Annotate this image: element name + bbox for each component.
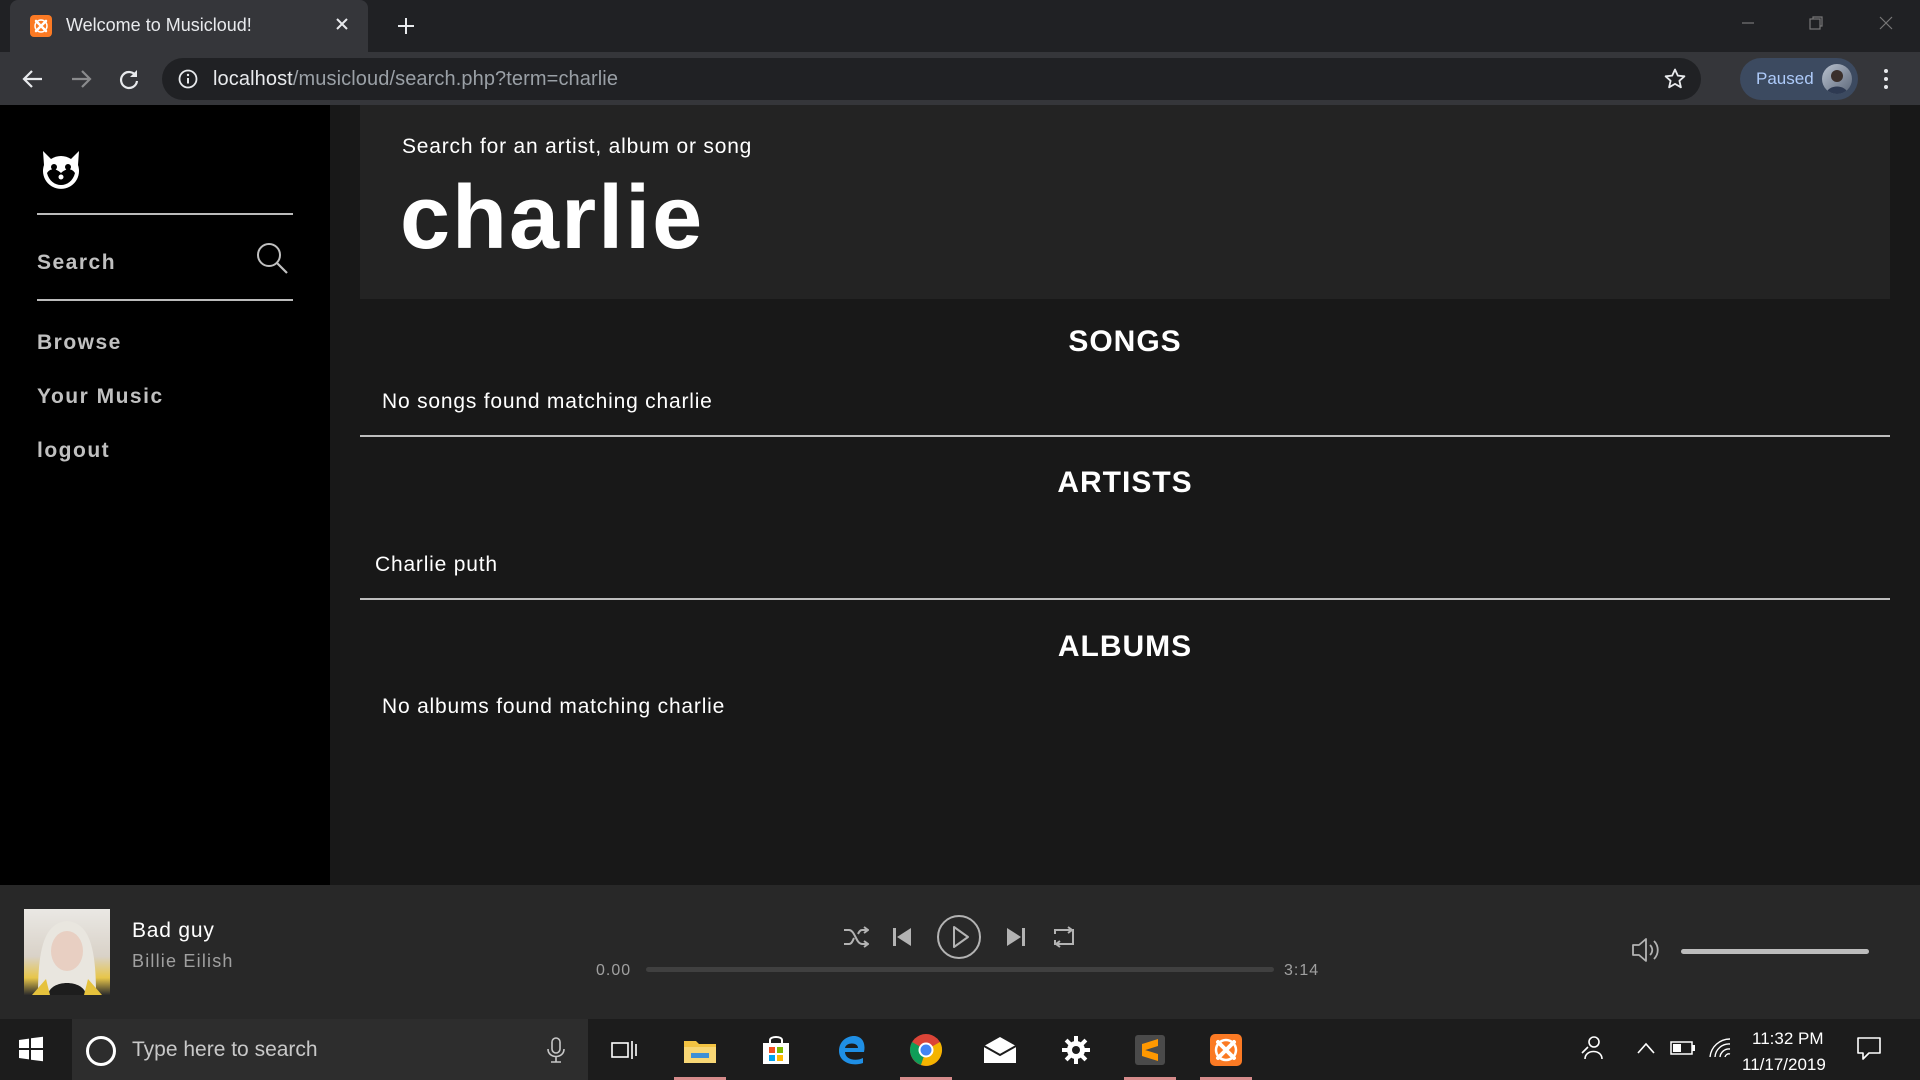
play-button[interactable] xyxy=(935,913,983,961)
microsoft-store-icon[interactable] xyxy=(746,1019,806,1080)
address-bar[interactable]: localhost/musicloud/search.php?term=char… xyxy=(162,58,1701,100)
sidebar-item-your-music[interactable]: Your Music xyxy=(37,385,164,409)
search-hint: Search for an artist, album or song xyxy=(402,135,753,158)
task-view-icon[interactable] xyxy=(594,1019,654,1080)
chrome-icon[interactable] xyxy=(896,1019,956,1080)
windows-taskbar: Type here to search 11:32 PM 11/17/2019 xyxy=(0,1019,1920,1080)
next-track-icon[interactable] xyxy=(999,920,1033,954)
songs-empty-message: No songs found matching charlie xyxy=(382,390,713,413)
browser-menu-icon[interactable] xyxy=(1876,64,1896,94)
volume-icon[interactable] xyxy=(1630,935,1662,970)
site-info-icon[interactable] xyxy=(178,69,198,94)
search-icon[interactable] xyxy=(255,241,289,280)
browser-toolbar: localhost/musicloud/search.php?term=char… xyxy=(0,52,1920,105)
repeat-icon[interactable] xyxy=(1047,920,1081,954)
search-input[interactable]: charlie xyxy=(400,167,704,270)
albums-heading: ALBUMS xyxy=(1057,630,1193,663)
sidebar: Search Browse Your Music logout xyxy=(0,105,330,885)
now-playing-bar: Bad guy Billie Eilish 0.00 3:14 xyxy=(0,885,1920,1019)
xampp-favicon-icon xyxy=(30,15,52,37)
albums-empty-message: No albums found matching charlie xyxy=(382,695,726,718)
progress-bar[interactable] xyxy=(646,967,1274,972)
close-window-icon[interactable] xyxy=(1868,8,1904,38)
new-tab-button[interactable] xyxy=(390,10,422,42)
settings-gear-icon[interactable] xyxy=(1046,1019,1106,1080)
musicloud-app: Search Browse Your Music logout Search f… xyxy=(0,105,1920,885)
section-divider xyxy=(360,598,1890,600)
battery-icon[interactable] xyxy=(1670,1040,1696,1061)
sidebar-divider xyxy=(37,299,293,301)
cortana-icon xyxy=(86,1036,116,1066)
forward-icon[interactable] xyxy=(64,62,98,96)
minimize-window-icon[interactable] xyxy=(1730,8,1766,38)
sidebar-divider xyxy=(37,213,293,215)
profile-button[interactable]: Paused xyxy=(1740,58,1858,100)
restore-window-icon[interactable] xyxy=(1798,8,1834,38)
taskbar-time[interactable]: 11:32 PM xyxy=(1752,1029,1824,1049)
album-art[interactable] xyxy=(24,909,110,995)
volume-fill xyxy=(1681,949,1869,954)
main-content: Search for an artist, album or song char… xyxy=(330,105,1920,885)
url-host: localhost xyxy=(213,68,293,90)
tab-title: Welcome to Musicloud! xyxy=(66,15,252,35)
current-time: 0.00 xyxy=(596,962,632,979)
browser-tab[interactable]: Welcome to Musicloud! xyxy=(10,0,368,52)
search-container: Search for an artist, album or song char… xyxy=(360,105,1890,299)
windows-start-icon[interactable] xyxy=(18,1036,44,1067)
close-tab-icon[interactable] xyxy=(330,12,354,36)
people-icon[interactable] xyxy=(1580,1035,1604,1066)
taskbar-search-box[interactable]: Type here to search xyxy=(72,1019,588,1080)
sidebar-search-label[interactable]: Search xyxy=(37,251,116,275)
track-title[interactable]: Bad guy xyxy=(132,919,215,943)
chevron-up-icon[interactable] xyxy=(1636,1041,1656,1060)
xampp-control-icon[interactable] xyxy=(1196,1019,1256,1080)
profile-status: Paused xyxy=(1756,69,1814,88)
microphone-icon[interactable] xyxy=(546,1037,566,1068)
notifications-icon[interactable] xyxy=(1856,1035,1882,1066)
track-artist[interactable]: Billie Eilish xyxy=(132,951,234,972)
sublime-text-icon[interactable] xyxy=(1120,1019,1180,1080)
total-time: 3:14 xyxy=(1284,962,1320,979)
profile-avatar xyxy=(1822,64,1852,94)
sidebar-item-browse[interactable]: Browse xyxy=(37,331,122,355)
taskbar-search-placeholder: Type here to search xyxy=(132,1038,318,1061)
file-explorer-icon[interactable] xyxy=(670,1019,730,1080)
url-text[interactable]: localhost/musicloud/search.php?term=char… xyxy=(213,68,618,91)
volume-slider[interactable] xyxy=(1681,949,1869,954)
musicloud-logo-icon[interactable] xyxy=(37,143,85,191)
shuffle-icon[interactable] xyxy=(839,920,873,954)
artists-heading: ARTISTS xyxy=(1057,466,1193,499)
previous-track-icon[interactable] xyxy=(885,920,919,954)
url-path: /musicloud/search.php?term=charlie xyxy=(292,68,619,90)
bookmark-star-icon[interactable] xyxy=(1663,67,1687,96)
browser-tab-strip: Welcome to Musicloud! xyxy=(0,0,1920,52)
sidebar-item-logout[interactable]: logout xyxy=(37,439,110,463)
reload-icon[interactable] xyxy=(112,62,146,96)
section-divider xyxy=(360,435,1890,437)
back-icon[interactable] xyxy=(16,62,50,96)
artist-result[interactable]: Charlie puth xyxy=(375,553,498,577)
taskbar-date[interactable]: 11/17/2019 xyxy=(1742,1055,1826,1075)
edge-browser-icon[interactable] xyxy=(822,1019,882,1080)
songs-heading: SONGS xyxy=(1068,325,1182,358)
wifi-icon[interactable] xyxy=(1708,1037,1732,1064)
mail-icon[interactable] xyxy=(970,1019,1030,1080)
